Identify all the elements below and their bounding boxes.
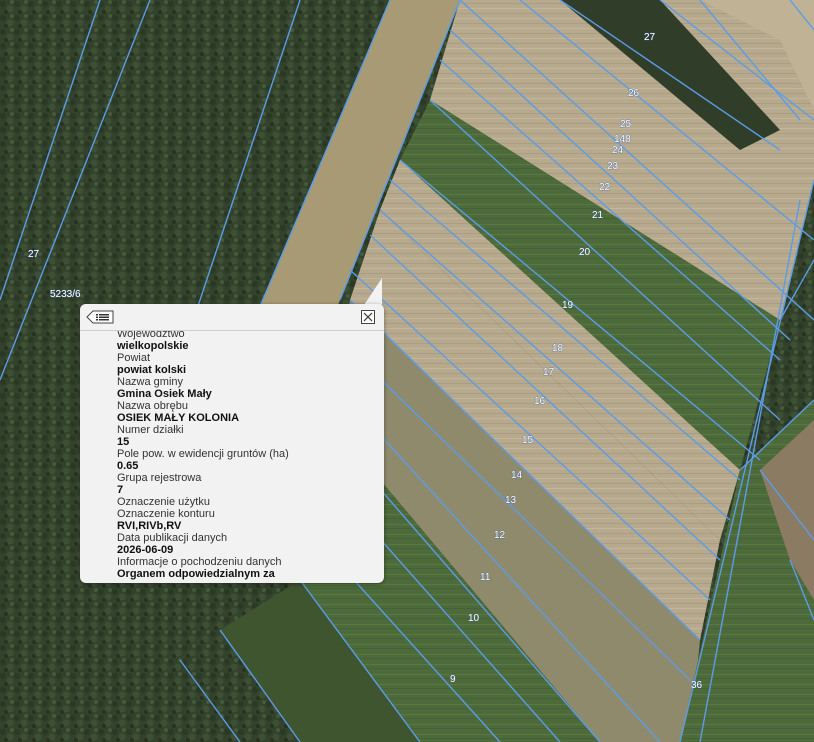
attr-value-numer-dzialki: 15 (117, 436, 130, 448)
attr-value-informacje: Organem odpowiedzialnym za (117, 568, 275, 580)
parcel-label[interactable]: 24 (612, 145, 624, 157)
parcel-label[interactable]: 18 (552, 343, 564, 355)
parcel-label[interactable]: 19 (562, 300, 574, 312)
parcel-label[interactable]: 10 (468, 613, 480, 625)
parcel-label[interactable]: 148 (614, 134, 632, 146)
parcel-label[interactable]: 27 (28, 249, 40, 261)
parcel-label[interactable]: 13 (505, 495, 517, 507)
parcel-label[interactable]: 27 (644, 32, 656, 44)
attr-value-powiat: powiat kolski (117, 364, 187, 376)
close-icon[interactable] (361, 310, 375, 324)
attr-label-data-publikacji: Data publikacji danych (117, 532, 228, 544)
attr-label-obreb: Nazwa obrębu (117, 400, 188, 412)
attr-label-pole-pow: Pole pow. w ewidencji gruntów (ha) (117, 448, 289, 460)
attr-label-informacje: Informacje o pochodzeniu danych (117, 556, 282, 568)
list-icon[interactable] (86, 310, 114, 324)
attr-label-gmina: Nazwa gminy (117, 376, 184, 388)
attr-value-data-publikacji: 2026-06-09 (117, 544, 174, 556)
parcel-label[interactable]: 16 (534, 396, 546, 408)
attr-value-gmina: Gmina Osiek Mały (117, 388, 212, 400)
attr-label-grupa-rejestrowa: Grupa rejestrowa (117, 472, 202, 484)
parcel-label[interactable]: 26 (628, 88, 640, 100)
parcel-label[interactable]: 14 (511, 470, 523, 482)
parcel-label[interactable]: 5233/6 (50, 289, 82, 301)
parcel-label[interactable]: 11 (480, 572, 491, 584)
popup-attributes: Województwo wielkopolskie Powiat powiat … (117, 328, 377, 580)
parcel-label[interactable]: 22 (599, 182, 611, 194)
parcel-label[interactable]: 25 (620, 119, 632, 131)
attr-value-obreb: OSIEK MAŁY KOLONIA (117, 412, 240, 424)
attr-value-pole-pow: 0.65 (117, 460, 139, 472)
parcel-label[interactable]: 21 (592, 210, 604, 222)
parcel-label[interactable]: 12 (494, 530, 506, 542)
attr-value-wojewodztwo: wielkopolskie (117, 340, 189, 352)
attr-label-oznaczenie-uzytku: Oznaczenie użytku (117, 496, 210, 508)
popup-header (80, 304, 384, 331)
parcel-label[interactable]: 9 (450, 674, 457, 686)
feature-info-popup: Województwo wielkopolskie Powiat powiat … (80, 304, 384, 583)
popup-pointer (364, 278, 382, 305)
attr-label-powiat: Powiat (117, 352, 151, 364)
parcel-label[interactable]: 23 (607, 161, 619, 173)
parcel-label[interactable]: 20 (579, 247, 591, 259)
parcel-label[interactable]: 17 (543, 367, 555, 379)
parcel-label[interactable]: 36 (691, 680, 703, 692)
attr-label-numer-dzialki: Numer działki (117, 424, 184, 436)
attr-value-oznaczenie-konturu: RVI,RIVb,RV (117, 520, 182, 532)
parcel-label[interactable]: 15 (522, 435, 534, 447)
attr-value-grupa-rejestrowa: 7 (117, 484, 124, 496)
attr-label-oznaczenie-konturu: Oznaczenie konturu (117, 508, 215, 520)
